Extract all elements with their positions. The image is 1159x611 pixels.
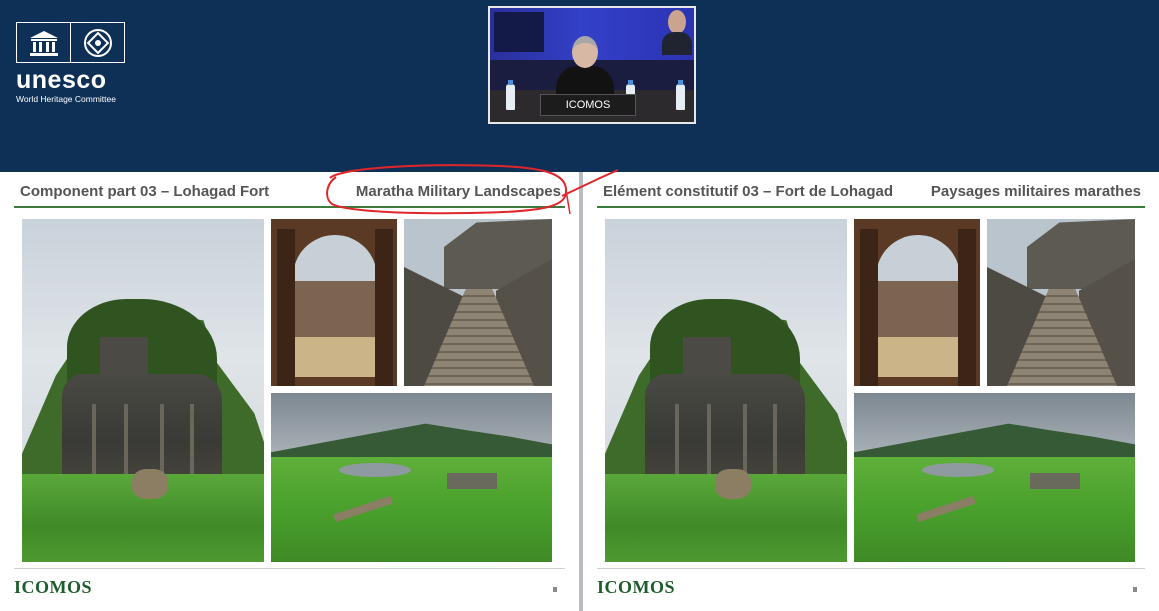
photo-fort-stairway xyxy=(987,219,1135,386)
slide-english: Component part 03 – Lohagad Fort Maratha… xyxy=(0,172,579,611)
slide-header: Elément constitutif 03 – Fort de Lohagad… xyxy=(603,180,1141,202)
logo-emblems xyxy=(16,22,125,63)
photo-fort-gateway xyxy=(854,219,980,386)
photo-lohagad-fort-hill xyxy=(605,219,847,562)
icomos-footer-logo: ICOMOS xyxy=(14,577,93,597)
photo-fort-plateau xyxy=(854,393,1135,562)
world-heritage-emblem-icon xyxy=(70,23,124,62)
temple-emblem-icon xyxy=(17,23,70,62)
speaker-nameplate: ICOMOS xyxy=(540,94,636,116)
slide-title-component: Component part 03 – Lohagad Fort xyxy=(20,182,270,200)
speaker-person xyxy=(552,36,616,98)
unesco-logo: unesco World Heritage Committee xyxy=(16,22,136,105)
slide-title-component: Elément constitutif 03 – Fort de Lohagad xyxy=(603,182,894,200)
slide-title-property: Maratha Military Landscapes xyxy=(355,182,561,200)
slide-title-property: Paysages militaires marathes xyxy=(930,182,1141,200)
photo-fort-plateau xyxy=(271,393,552,562)
footer-rule xyxy=(14,568,565,569)
photo-lohagad-fort-hill xyxy=(22,219,264,562)
logo-subtitle: World Heritage Committee xyxy=(16,94,116,104)
water-bottle xyxy=(506,80,515,110)
background-person xyxy=(662,10,692,55)
page-marker xyxy=(553,587,557,592)
slide-french: Elément constitutif 03 – Fort de Lohagad… xyxy=(583,172,1159,611)
water-bottle xyxy=(676,80,685,110)
slide-header: Component part 03 – Lohagad Fort Maratha… xyxy=(20,180,561,202)
header-rule xyxy=(597,206,1145,208)
photo-fort-gateway xyxy=(271,219,397,386)
unesco-wordmark: unesco xyxy=(16,66,107,94)
photo-fort-stairway xyxy=(404,219,552,386)
top-banner: unesco World Heritage Committee ICOMOS xyxy=(0,0,1159,172)
icomos-footer-logo: ICOMOS xyxy=(597,577,676,597)
speaker-video-feed: ICOMOS xyxy=(488,6,696,124)
footer-rule xyxy=(597,568,1145,569)
video-wall-screen xyxy=(494,12,544,52)
header-rule xyxy=(14,206,565,208)
page-marker xyxy=(1133,587,1137,592)
